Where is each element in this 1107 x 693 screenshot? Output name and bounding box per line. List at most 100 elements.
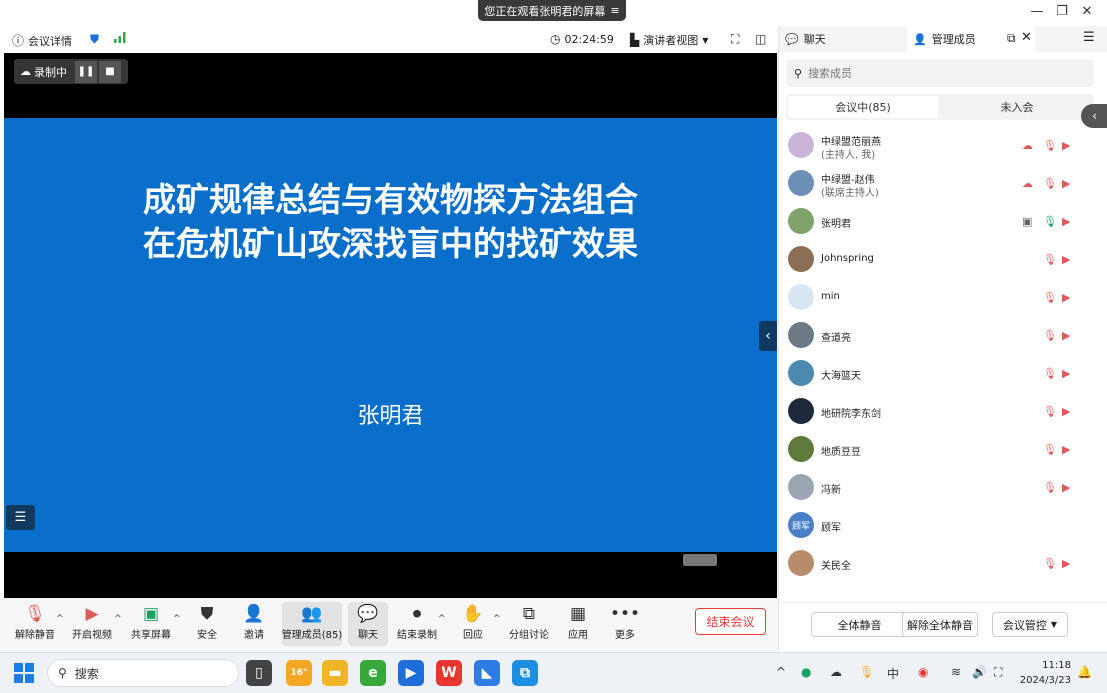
- start-video-button[interactable]: ▶ 开启视频: [63, 602, 121, 646]
- fullscreen-icon[interactable]: ⛶: [731, 32, 739, 47]
- wifi-icon[interactable]: ≋: [951, 665, 961, 679]
- pause-recording-button[interactable]: ❚❚: [75, 60, 97, 83]
- more-button[interactable]: ••• 更多: [596, 602, 654, 646]
- notification-bell-icon[interactable]: 🔔: [1077, 665, 1092, 679]
- member-row[interactable]: 地研院李东剑 🎙 ▶: [779, 392, 1107, 430]
- cloud-app-icon[interactable]: ◣: [474, 660, 500, 686]
- unmute-all-button[interactable]: 解除全体静音: [902, 612, 978, 637]
- member-row[interactable]: min 🎙 ▶: [779, 278, 1107, 316]
- slide-author: 张明君: [357, 404, 424, 429]
- start-button[interactable]: [14, 663, 34, 686]
- end-meeting-button[interactable]: 结束会议: [695, 608, 766, 635]
- share-screen-button[interactable]: ▣ 共享屏幕: [122, 602, 180, 646]
- pop-out-icon[interactable]: ⧉: [1007, 31, 1016, 46]
- chevron-up-icon[interactable]: ^: [114, 614, 122, 624]
- mic-muted-icon[interactable]: 🎙: [1043, 405, 1057, 418]
- member-row[interactable]: 大海篮天 🎙 ▶: [779, 354, 1107, 392]
- avatar: [788, 474, 814, 500]
- taskbar-clock[interactable]: 11:18 2024/3/23: [1019, 658, 1071, 688]
- minimize-icon[interactable]: —: [1028, 4, 1046, 19]
- invite-button[interactable]: 👤 邀请: [225, 602, 283, 646]
- video-off-icon[interactable]: ▶: [1062, 557, 1070, 570]
- close-icon[interactable]: ✕: [1078, 4, 1096, 19]
- network-icon[interactable]: ⛶: [994, 665, 1002, 680]
- taskbar-search[interactable]: ⚲ 搜索: [47, 659, 239, 687]
- mic-on-icon[interactable]: 🎙: [1043, 215, 1057, 228]
- meeting-details-button[interactable]: ⓘ 会议详情: [12, 32, 72, 49]
- chat-button[interactable]: 💬 聊天: [348, 602, 388, 646]
- screen-share-notice[interactable]: 您正在观看张明君的屏幕 ≡: [478, 0, 626, 21]
- video-off-icon[interactable]: ▶: [1062, 177, 1070, 190]
- member-row[interactable]: 关民全 🎙 ▶: [779, 544, 1107, 582]
- remote-app-icon[interactable]: ⧉: [512, 660, 538, 686]
- member-row[interactable]: 地质豆豆 🎙 ▶: [779, 430, 1107, 468]
- meeting-control-dropdown[interactable]: 会议管控 ▼: [992, 612, 1068, 637]
- video-off-icon[interactable]: ▶: [1062, 291, 1070, 304]
- cloud-record-icon: ☁: [1022, 177, 1033, 190]
- member-row[interactable]: 张明君 ▣ 🎙 ▶: [779, 202, 1107, 240]
- mic-muted-icon[interactable]: 🎙: [1043, 367, 1057, 380]
- tab-in-meeting[interactable]: 会议中(85): [788, 96, 938, 118]
- list-icon[interactable]: ☰: [6, 505, 35, 530]
- panel-menu-icon[interactable]: ☰: [1083, 30, 1095, 45]
- restore-icon[interactable]: ❐: [1053, 4, 1071, 19]
- file-explorer-icon[interactable]: ▬: [322, 660, 348, 686]
- input-method-icon[interactable]: 中: [887, 665, 899, 682]
- video-off-icon[interactable]: ▶: [1062, 215, 1070, 228]
- mic-muted-icon[interactable]: 🎙: [1043, 329, 1057, 342]
- stop-record-icon: ⏺: [412, 604, 422, 624]
- close-panel-icon[interactable]: ✕: [1021, 30, 1032, 45]
- member-row[interactable]: 顾军 顾军: [779, 506, 1107, 544]
- member-role: (主持人, 我): [821, 150, 876, 161]
- video-off-icon[interactable]: ▶: [1062, 329, 1070, 342]
- signal-icon[interactable]: [114, 32, 126, 43]
- video-off-icon[interactable]: ▶: [1062, 139, 1070, 152]
- video-off-icon[interactable]: ▶: [1062, 443, 1070, 456]
- shared-screen-view: 成矿规律总结与有效物探方法组合 在危机矿山攻深找盲中的找矿效果 张明君 ☁ 录制…: [4, 53, 777, 598]
- chat-icon: 💬: [785, 32, 799, 46]
- mic-muted-icon[interactable]: 🎙: [1043, 481, 1057, 494]
- member-row[interactable]: Johnspring 🎙 ▶: [779, 240, 1107, 278]
- speaker-thumbnail[interactable]: [683, 554, 717, 566]
- meeting-app-icon[interactable]: ▶: [398, 660, 424, 686]
- member-row[interactable]: 冯新 🎙 ▶: [779, 468, 1107, 506]
- security-shield-icon[interactable]: ⛊: [90, 32, 99, 47]
- wechat-icon[interactable]: ●: [801, 665, 811, 679]
- wps-icon[interactable]: W: [436, 660, 462, 686]
- volume-icon[interactable]: 🔊: [972, 665, 987, 679]
- video-off-icon[interactable]: ▶: [1062, 253, 1070, 266]
- browser-icon[interactable]: e: [360, 660, 386, 686]
- task-view-icon[interactable]: ▯: [246, 660, 272, 686]
- video-off-icon[interactable]: ▶: [1062, 367, 1070, 380]
- microphone-icon[interactable]: 🎙: [859, 665, 874, 679]
- video-off-icon[interactable]: ▶: [1062, 405, 1070, 418]
- expand-panel-arrow[interactable]: ‹: [1081, 104, 1107, 128]
- stop-recording-toolbar-button[interactable]: ⏺ 结束录制: [388, 602, 446, 646]
- mic-muted-icon[interactable]: 🎙: [1043, 139, 1057, 152]
- member-search[interactable]: ⚲: [786, 59, 1094, 87]
- mic-muted-icon[interactable]: 🎙: [1043, 557, 1057, 570]
- tray-expand-icon[interactable]: ^: [776, 665, 786, 679]
- mic-muted-icon[interactable]: 🎙: [1043, 253, 1057, 266]
- member-row[interactable]: 查道亮 🎙 ▶: [779, 316, 1107, 354]
- view-mode-dropdown[interactable]: ▙ 演讲者视图 ▼: [630, 32, 708, 48]
- weather-icon[interactable]: 16°: [286, 660, 312, 686]
- tab-chat[interactable]: 💬 聊天: [779, 26, 907, 52]
- wps-tray-icon[interactable]: ◉: [918, 665, 928, 679]
- member-search-input[interactable]: [808, 66, 1069, 80]
- mic-muted-icon[interactable]: 🎙: [1043, 443, 1057, 456]
- member-row[interactable]: 中绿盟-赵伟 (联席主持人) ☁ 🎙 ▶: [779, 164, 1107, 202]
- member-row[interactable]: 中绿盟范丽燕 (主持人, 我) ☁ 🎙 ▶: [779, 126, 1107, 164]
- tab-not-joined[interactable]: 未入会: [942, 96, 1092, 118]
- mute-all-button[interactable]: 全体静音: [811, 612, 908, 637]
- unmute-button[interactable]: 🎙 解除静音: [6, 602, 64, 646]
- manage-members-button[interactable]: 👥 管理成员(85): [282, 602, 342, 646]
- reaction-button[interactable]: ✋ 回应: [444, 602, 502, 646]
- collapse-panel-button[interactable]: ‹: [759, 321, 777, 351]
- stop-recording-button[interactable]: ■: [99, 60, 121, 83]
- cloud-icon[interactable]: ☁: [830, 665, 842, 679]
- video-off-icon[interactable]: ▶: [1062, 481, 1070, 494]
- sidebar-toggle-icon[interactable]: ◫: [755, 32, 766, 46]
- mic-muted-icon[interactable]: 🎙: [1043, 177, 1057, 190]
- mic-muted-icon[interactable]: 🎙: [1043, 291, 1057, 304]
